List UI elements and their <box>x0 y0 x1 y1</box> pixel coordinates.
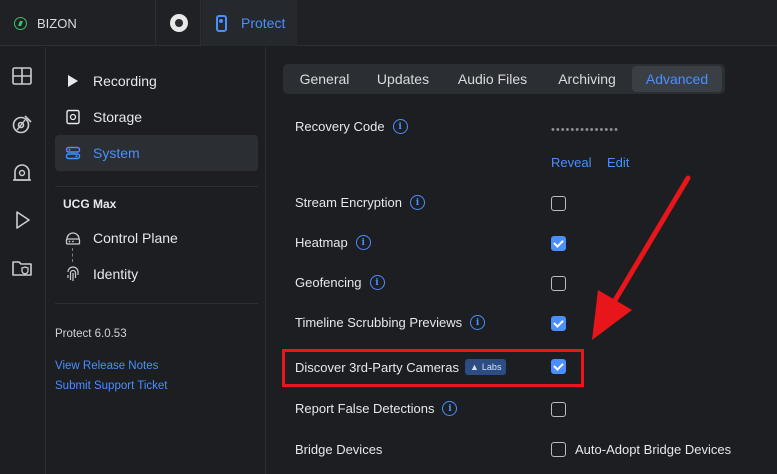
settings-sidebar: Recording Storage System UCG Max Control… <box>46 47 266 474</box>
sidebar-item-label: Identity <box>93 266 139 282</box>
stream-encryption-checkbox[interactable] <box>551 196 566 211</box>
auto-adopt-checkbox[interactable] <box>551 442 566 457</box>
info-icon[interactable]: i <box>392 119 408 134</box>
info-icon[interactable]: i <box>355 235 371 250</box>
tab-archiving[interactable]: Archiving <box>542 66 632 92</box>
bridge-devices-row: Bridge Devices <box>295 442 382 457</box>
recovery-code-label: Recovery Code <box>295 119 385 134</box>
sidebar-item-label: Storage <box>93 109 143 125</box>
system-icon <box>65 145 81 161</box>
report-false-detections-row: Report False Detections i <box>295 401 458 416</box>
discover-3rd-party-checkbox[interactable] <box>551 359 566 374</box>
tab-audio-files[interactable]: Audio Files <box>443 66 542 92</box>
setting-label: Stream Encryption <box>295 195 402 210</box>
geofencing-checkbox[interactable] <box>551 276 566 291</box>
alarm-icon[interactable] <box>8 158 36 186</box>
recording-icon <box>65 73 81 89</box>
sidebar-item-control-plane[interactable]: Control Plane <box>55 220 258 256</box>
discover-3rd-party-row: Discover 3rd-Party Cameras ▲ Labs <box>295 359 507 375</box>
app-switcher-button[interactable] <box>157 0 201 46</box>
tab-updates[interactable]: Updates <box>363 66 443 92</box>
top-bar: BIZON Protect <box>0 0 777 46</box>
sidebar-item-system[interactable]: System <box>55 135 258 171</box>
devices-icon[interactable] <box>8 110 36 138</box>
setting-label: Discover 3rd-Party Cameras <box>295 359 459 375</box>
tab-advanced[interactable]: Advanced <box>632 66 722 92</box>
release-notes-link[interactable]: View Release Notes <box>55 360 158 372</box>
flask-icon: ▲ <box>470 362 479 372</box>
folder-shield-icon[interactable] <box>8 254 36 282</box>
lightning-icon <box>14 16 27 30</box>
version-text: Protect 6.0.53 <box>55 328 127 340</box>
device-title: UCG Max <box>63 197 117 211</box>
icon-rail <box>0 47 46 474</box>
setting-label: Report False Detections <box>295 401 435 416</box>
stream-encryption-row: Stream Encryption i <box>295 195 425 210</box>
heatmap-checkbox[interactable] <box>551 236 566 251</box>
main-panel: General Updates Audio Files Archiving Ad… <box>267 47 777 474</box>
setting-label: Bridge Devices <box>295 442 383 457</box>
control-plane-icon <box>65 230 81 246</box>
labs-badge: ▲ Labs <box>465 359 507 375</box>
site-name: BIZON <box>37 15 77 31</box>
info-icon[interactable]: i <box>442 401 458 416</box>
auto-adopt-label: Auto-Adopt Bridge Devices <box>575 442 732 457</box>
edit-button[interactable]: Edit <box>607 155 629 170</box>
sidebar-item-storage[interactable]: Storage <box>55 99 258 135</box>
setting-label: Heatmap <box>295 235 348 250</box>
settings-tabs: General Updates Audio Files Archiving Ad… <box>283 64 725 94</box>
setting-label: Geofencing <box>295 275 362 290</box>
fingerprint-icon <box>65 266 81 282</box>
support-ticket-link[interactable]: Submit Support Ticket <box>55 380 168 392</box>
site-tab[interactable]: BIZON <box>0 0 156 46</box>
sidebar-item-recording[interactable]: Recording <box>55 63 258 99</box>
reveal-button[interactable]: Reveal <box>551 155 591 170</box>
timeline-scrubbing-checkbox[interactable] <box>551 316 566 331</box>
recovery-code-row: Recovery Code i <box>295 119 408 134</box>
sidebar-item-identity[interactable]: Identity <box>55 256 258 292</box>
info-icon[interactable]: i <box>409 195 425 210</box>
info-icon[interactable]: i <box>369 275 385 290</box>
sidebar-item-label: Recording <box>93 73 157 89</box>
storage-icon <box>65 109 81 125</box>
report-false-detections-checkbox[interactable] <box>551 402 566 417</box>
timeline-scrubbing-row: Timeline Scrubbing Previews i <box>295 315 486 330</box>
sidebar-item-label: System <box>93 145 140 161</box>
tab-general[interactable]: General <box>286 66 363 92</box>
divider <box>55 303 258 304</box>
unifi-icon <box>169 14 188 32</box>
sidebar-item-label: Control Plane <box>93 230 178 246</box>
annotation-arrow <box>592 175 691 340</box>
recovery-code-value: •••••••••••••• <box>551 124 619 136</box>
protect-app-label: Protect <box>241 15 286 31</box>
protect-icon <box>216 14 227 32</box>
divider <box>55 186 258 187</box>
protect-app-tab[interactable]: Protect <box>202 0 297 46</box>
play-icon[interactable] <box>8 206 36 234</box>
labs-badge-label: Labs <box>481 362 502 372</box>
auto-adopt-row: Auto-Adopt Bridge Devices <box>575 442 731 457</box>
setting-label: Timeline Scrubbing Previews <box>295 315 463 330</box>
heatmap-row: Heatmap i <box>295 235 371 250</box>
info-icon[interactable]: i <box>470 315 486 330</box>
geofencing-row: Geofencing i <box>295 275 385 290</box>
dashboard-icon[interactable] <box>8 62 36 90</box>
